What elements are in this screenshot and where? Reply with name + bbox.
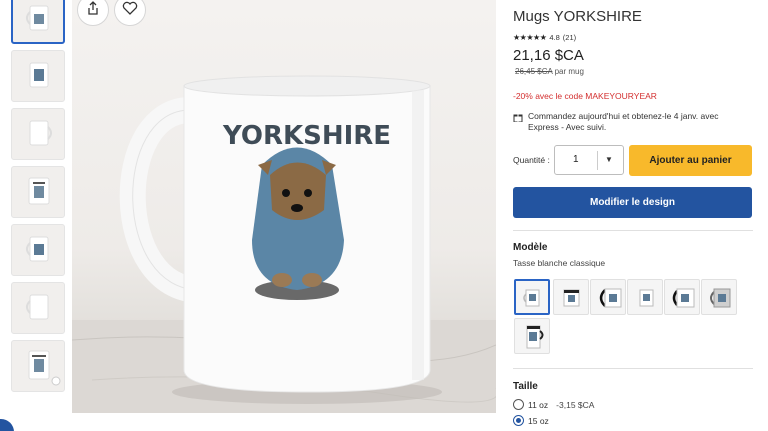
main-product-image[interactable]: YORKSHIRE xyxy=(72,0,496,413)
model-selected: Tasse blanche classique xyxy=(513,258,606,268)
quantity-divider xyxy=(597,151,598,170)
model-option-1[interactable] xyxy=(514,279,550,315)
radio-button[interactable] xyxy=(513,399,524,410)
quantity-select[interactable]: 1 ▼ xyxy=(554,145,624,175)
product-page: YORKSHIRE Mugs YORKSHIRE ★★★★★ 4.8 (21) … xyxy=(0,0,768,431)
divider xyxy=(513,368,753,369)
thumbnail-5[interactable] xyxy=(11,224,65,276)
size-price-delta: -3,15 $CA xyxy=(556,399,595,410)
mug-print-text: YORKSHIRE xyxy=(222,121,391,151)
size-label: 15 oz xyxy=(528,415,549,426)
model-option-6[interactable] xyxy=(701,279,737,315)
old-price-suffix: par mug xyxy=(554,67,584,76)
chat-launcher-button[interactable] xyxy=(0,419,14,431)
shipping-info: Commandez aujourd'hui et obtenez-le 4 ja… xyxy=(513,111,743,133)
rating-count: (21) xyxy=(562,33,577,42)
rating-stars: ★★★★★ xyxy=(513,33,547,42)
model-option-2[interactable] xyxy=(553,279,589,315)
rating[interactable]: ★★★★★ 4.8 (21) xyxy=(513,33,576,42)
model-option-3[interactable] xyxy=(590,279,626,315)
model-title: Modèle xyxy=(513,242,548,253)
share-icon xyxy=(87,0,99,20)
product-title: Mugs YORKSHIRE xyxy=(513,8,642,25)
model-option-7[interactable] xyxy=(514,318,550,354)
promo-text: -20% avec le code MAKEYOURYEAR xyxy=(513,91,657,101)
old-price: 26,45 $CA par mug xyxy=(515,67,584,76)
old-price-value: 26,45 $CA xyxy=(515,67,553,76)
thumbnail-rail xyxy=(11,0,67,398)
size-option-11oz[interactable]: 11 oz -3,15 $CA xyxy=(513,399,594,410)
caret-down-icon: ▼ xyxy=(605,155,613,164)
gift-icon xyxy=(513,112,523,123)
thumbnail-1[interactable] xyxy=(11,0,65,44)
edit-design-button[interactable]: Modifier le design xyxy=(513,187,752,218)
quantity-label: Quantité : xyxy=(513,155,550,165)
rating-value: 4.8 xyxy=(549,33,560,42)
thumbnail-3[interactable] xyxy=(11,108,65,160)
model-option-5[interactable] xyxy=(664,279,700,315)
thumbnail-4[interactable] xyxy=(11,166,65,218)
size-title: Taille xyxy=(513,381,538,392)
size-option-15oz[interactable]: 15 oz xyxy=(513,415,549,426)
price: 21,16 $CA xyxy=(513,47,584,64)
thumbnail-7[interactable] xyxy=(11,340,65,392)
size-label: 11 oz xyxy=(528,399,549,410)
heart-icon xyxy=(122,1,138,20)
thumbnail-6[interactable] xyxy=(11,282,65,334)
add-to-cart-button[interactable]: Ajouter au panier xyxy=(629,145,752,176)
radio-button-selected[interactable] xyxy=(513,415,524,426)
thumbnail-2[interactable] xyxy=(11,50,65,102)
model-option-4[interactable] xyxy=(627,279,663,315)
divider xyxy=(513,230,753,231)
shipping-text: Commandez aujourd'hui et obtenez-le 4 ja… xyxy=(528,111,719,132)
quantity-value: 1 xyxy=(573,154,579,165)
